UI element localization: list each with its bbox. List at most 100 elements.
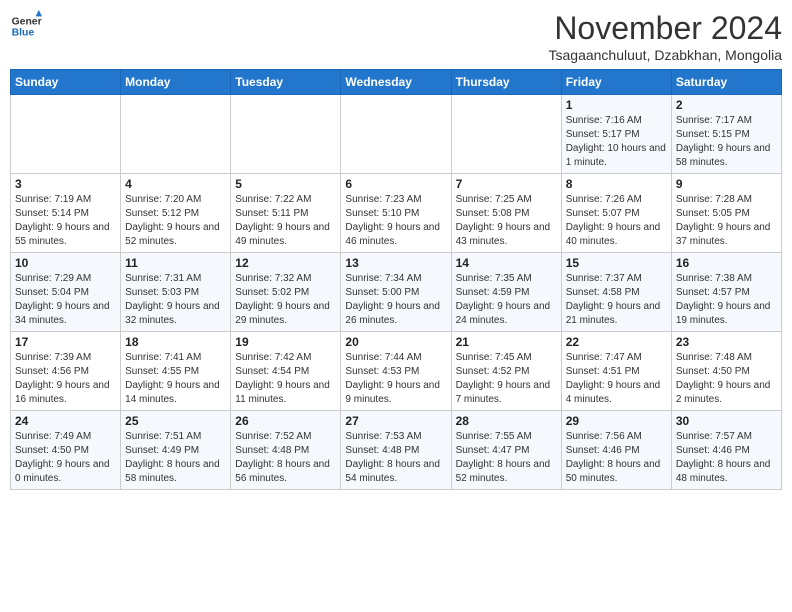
day-number: 24 [15,414,116,428]
day-info: Sunrise: 7:53 AM Sunset: 4:48 PM Dayligh… [345,430,446,486]
calendar-week-3: 10 Sunrise: 7:29 AM Sunset: 5:04 PM Dayli… [11,253,782,332]
day-info: Sunrise: 7:25 AM Sunset: 5:08 PM Dayligh… [456,193,557,249]
day-number: 5 [235,177,336,191]
day-number: 7 [456,177,557,191]
day-number: 13 [345,256,446,270]
calendar-cell: 11 Sunrise: 7:31 AM Sunset: 5:03 PM Dayli… [121,253,231,332]
day-number: 23 [676,335,777,349]
calendar-cell [341,95,451,174]
day-info: Sunrise: 7:31 AM Sunset: 5:03 PM Dayligh… [125,272,226,328]
calendar-cell: 13 Sunrise: 7:34 AM Sunset: 5:00 PM Dayli… [341,253,451,332]
day-info: Sunrise: 7:22 AM Sunset: 5:11 PM Dayligh… [235,193,336,249]
day-number: 15 [566,256,667,270]
calendar-subtitle: Tsagaanchuluut, Dzabkhan, Mongolia [549,47,783,63]
calendar-cell: 29Sunrise: 7:56 AM Sunset: 4:46 PM Dayli… [561,411,671,490]
calendar-cell: 25 Sunrise: 7:51 AM Sunset: 4:49 PM Dayli… [121,411,231,490]
day-number: 21 [456,335,557,349]
day-info: Sunrise: 7:51 AM Sunset: 4:49 PM Dayligh… [125,430,226,486]
calendar-title: November 2024 [549,10,783,47]
day-number: 18 [125,335,226,349]
calendar-cell: 22 Sunrise: 7:47 AM Sunset: 4:51 PM Dayli… [561,332,671,411]
calendar-cell: 21 Sunrise: 7:45 AM Sunset: 4:52 PM Dayli… [451,332,561,411]
day-info: Sunrise: 7:32 AM Sunset: 5:02 PM Dayligh… [235,272,336,328]
day-info: Sunrise: 7:44 AM Sunset: 4:53 PM Dayligh… [345,351,446,407]
calendar-cell: 7 Sunrise: 7:25 AM Sunset: 5:08 PM Daylig… [451,174,561,253]
day-info: Sunrise: 7:57 AM Sunset: 4:46 PM Dayligh… [676,430,777,486]
title-area: November 2024 Tsagaanchuluut, Dzabkhan, … [549,10,783,63]
calendar-cell: 24 Sunrise: 7:49 AM Sunset: 4:50 PM Dayli… [11,411,121,490]
day-info: Sunrise: 7:29 AM Sunset: 5:04 PM Dayligh… [15,272,116,328]
calendar-cell: 30Sunrise: 7:57 AM Sunset: 4:46 PM Dayli… [671,411,781,490]
weekday-header-saturday: Saturday [671,70,781,95]
calendar-header: SundayMondayTuesdayWednesdayThursdayFrid… [11,70,782,95]
calendar-cell: 1Sunrise: 7:16 AM Sunset: 5:17 PM Daylig… [561,95,671,174]
calendar-cell: 15 Sunrise: 7:37 AM Sunset: 4:58 PM Dayli… [561,253,671,332]
weekday-header-tuesday: Tuesday [231,70,341,95]
calendar-cell: 6 Sunrise: 7:23 AM Sunset: 5:10 PM Daylig… [341,174,451,253]
calendar-cell: 9 Sunrise: 7:28 AM Sunset: 5:05 PM Daylig… [671,174,781,253]
calendar-cell: 8 Sunrise: 7:26 AM Sunset: 5:07 PM Daylig… [561,174,671,253]
calendar-cell: 17Sunrise: 7:39 AM Sunset: 4:56 PM Dayli… [11,332,121,411]
day-info: Sunrise: 7:52 AM Sunset: 4:48 PM Dayligh… [235,430,336,486]
day-number: 19 [235,335,336,349]
day-info: Sunrise: 7:20 AM Sunset: 5:12 PM Dayligh… [125,193,226,249]
weekday-header-friday: Friday [561,70,671,95]
day-info: Sunrise: 7:23 AM Sunset: 5:10 PM Dayligh… [345,193,446,249]
day-info: Sunrise: 7:45 AM Sunset: 4:52 PM Dayligh… [456,351,557,407]
day-info: Sunrise: 7:48 AM Sunset: 4:50 PM Dayligh… [676,351,777,407]
calendar-body: 1Sunrise: 7:16 AM Sunset: 5:17 PM Daylig… [11,95,782,490]
day-number: 3 [15,177,116,191]
weekday-header-sunday: Sunday [11,70,121,95]
logo-icon: General Blue [10,10,42,42]
day-info: Sunrise: 7:16 AM Sunset: 5:17 PM Dayligh… [566,114,667,170]
calendar-week-2: 3 Sunrise: 7:19 AM Sunset: 5:14 PM Daylig… [11,174,782,253]
day-number: 22 [566,335,667,349]
calendar-cell: 4Sunrise: 7:20 AM Sunset: 5:12 PM Daylig… [121,174,231,253]
calendar-cell: 2 Sunrise: 7:17 AM Sunset: 5:15 PM Daylig… [671,95,781,174]
day-info: Sunrise: 7:47 AM Sunset: 4:51 PM Dayligh… [566,351,667,407]
day-number: 6 [345,177,446,191]
calendar-week-4: 17Sunrise: 7:39 AM Sunset: 4:56 PM Dayli… [11,332,782,411]
day-info: Sunrise: 7:41 AM Sunset: 4:55 PM Dayligh… [125,351,226,407]
calendar-cell: 26Sunrise: 7:52 AM Sunset: 4:48 PM Dayli… [231,411,341,490]
calendar-cell: 14 Sunrise: 7:35 AM Sunset: 4:59 PM Dayli… [451,253,561,332]
calendar-cell [231,95,341,174]
day-number: 2 [676,98,777,112]
day-number: 29 [566,414,667,428]
calendar-cell: 3 Sunrise: 7:19 AM Sunset: 5:14 PM Daylig… [11,174,121,253]
weekday-header-monday: Monday [121,70,231,95]
day-info: Sunrise: 7:28 AM Sunset: 5:05 PM Dayligh… [676,193,777,249]
calendar-week-1: 1Sunrise: 7:16 AM Sunset: 5:17 PM Daylig… [11,95,782,174]
day-number: 17 [15,335,116,349]
calendar-cell: 20Sunrise: 7:44 AM Sunset: 4:53 PM Dayli… [341,332,451,411]
logo: General Blue [10,10,42,42]
calendar-cell: 16Sunrise: 7:38 AM Sunset: 4:57 PM Dayli… [671,253,781,332]
day-info: Sunrise: 7:19 AM Sunset: 5:14 PM Dayligh… [15,193,116,249]
day-info: Sunrise: 7:49 AM Sunset: 4:50 PM Dayligh… [15,430,116,486]
calendar-cell: 27Sunrise: 7:53 AM Sunset: 4:48 PM Dayli… [341,411,451,490]
weekday-header-row: SundayMondayTuesdayWednesdayThursdayFrid… [11,70,782,95]
svg-text:General: General [12,16,42,27]
weekday-header-wednesday: Wednesday [341,70,451,95]
calendar-cell [11,95,121,174]
day-number: 14 [456,256,557,270]
weekday-header-thursday: Thursday [451,70,561,95]
calendar-table: SundayMondayTuesdayWednesdayThursdayFrid… [10,69,782,490]
day-number: 10 [15,256,116,270]
day-info: Sunrise: 7:17 AM Sunset: 5:15 PM Dayligh… [676,114,777,170]
day-number: 9 [676,177,777,191]
day-info: Sunrise: 7:55 AM Sunset: 4:47 PM Dayligh… [456,430,557,486]
day-number: 8 [566,177,667,191]
day-number: 16 [676,256,777,270]
day-info: Sunrise: 7:35 AM Sunset: 4:59 PM Dayligh… [456,272,557,328]
calendar-week-5: 24 Sunrise: 7:49 AM Sunset: 4:50 PM Dayli… [11,411,782,490]
day-info: Sunrise: 7:26 AM Sunset: 5:07 PM Dayligh… [566,193,667,249]
day-info: Sunrise: 7:37 AM Sunset: 4:58 PM Dayligh… [566,272,667,328]
calendar-cell [121,95,231,174]
calendar-cell: 19Sunrise: 7:42 AM Sunset: 4:54 PM Dayli… [231,332,341,411]
calendar-cell: 12Sunrise: 7:32 AM Sunset: 5:02 PM Dayli… [231,253,341,332]
day-number: 11 [125,256,226,270]
day-number: 25 [125,414,226,428]
calendar-cell: 28Sunrise: 7:55 AM Sunset: 4:47 PM Dayli… [451,411,561,490]
day-info: Sunrise: 7:34 AM Sunset: 5:00 PM Dayligh… [345,272,446,328]
